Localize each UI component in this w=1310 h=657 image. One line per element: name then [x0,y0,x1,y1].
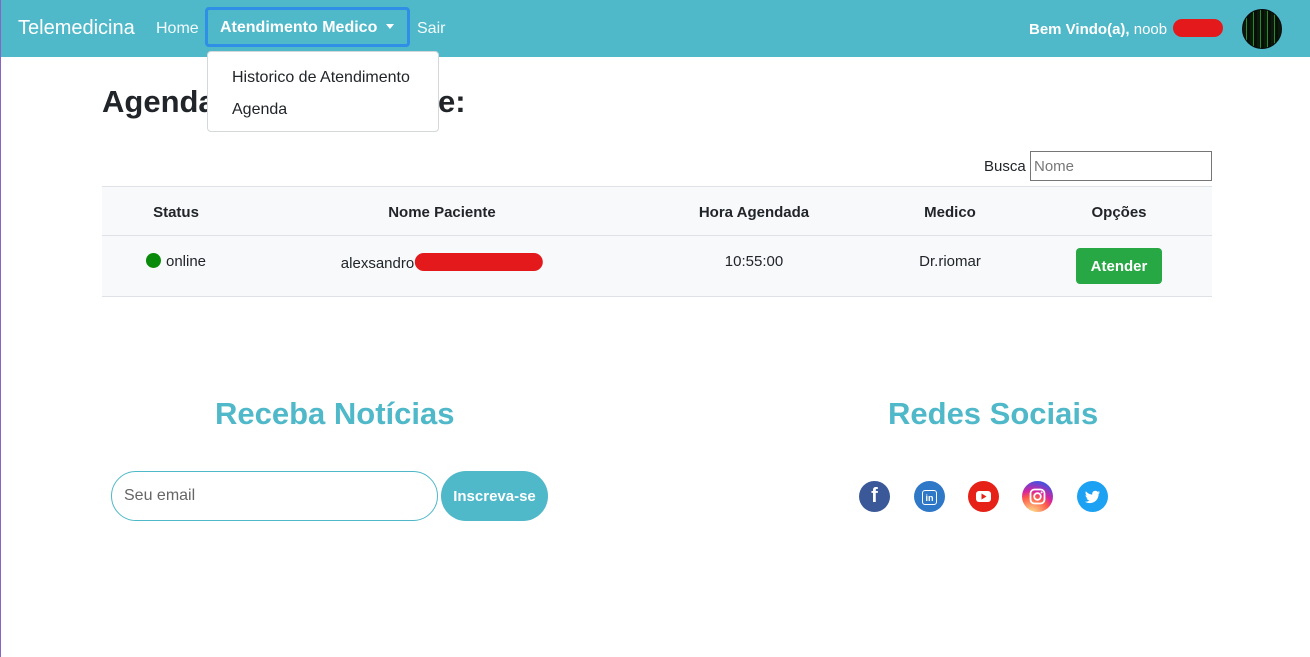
search-input[interactable] [1030,151,1212,181]
social-title: Redes Sociais [888,396,1099,431]
welcome-label: Bem Vindo(a), [1029,21,1130,38]
navbar: Telemedicina Home Atendimento Medico Sai… [1,0,1310,57]
online-status-icon [145,253,161,268]
header-patient: Nome Paciente [388,204,496,221]
newsletter-title: Receba Notícias [215,396,455,431]
brand-link[interactable]: Telemedicina [18,17,135,40]
header-doctor: Medico [924,204,976,221]
dropdown-item-agenda[interactable]: Agenda [232,101,287,119]
page-title: Agenda [102,84,216,119]
time-cell: 10:55:00 [724,253,784,270]
status-text: online [165,253,207,270]
appointments-table: Status Nome Paciente Hora Agendada Medic… [102,186,1212,297]
nav-home-link[interactable]: Home [156,20,199,38]
doctor-cell: Dr.riomar [919,253,981,270]
dropdown-item-historico[interactable]: Historico de Atendimento [232,69,410,87]
linkedin-icon[interactable]: in [914,481,945,512]
header-options: Opções [1091,204,1147,221]
header-time: Hora Agendada [698,204,810,221]
instagram-icon[interactable] [1022,481,1053,512]
email-field[interactable] [111,471,438,521]
subscribe-button[interactable]: Inscreva-se [441,471,548,521]
status-cell: online [145,253,207,270]
welcome-text: Bem Vindo(a), noob [1029,21,1167,38]
nav-logout-link[interactable]: Sair [417,20,445,38]
dropdown-menu: Historico de Atendimento Agenda [207,51,439,132]
search-label: Busca [984,158,1026,175]
twitter-icon[interactable] [1077,481,1108,512]
facebook-icon[interactable]: f [859,481,890,512]
patient-name: alexsandro [340,255,415,272]
nav-atendimento-label: Atendimento Medico [220,19,378,36]
nav-atendimento-dropdown[interactable]: Atendimento Medico [205,7,410,47]
redaction-mark [415,253,544,271]
username: noob [1133,21,1168,38]
patient-cell: alexsandro [340,253,544,272]
atender-button[interactable]: Atender [1076,248,1162,284]
page-title-tail: e: [438,84,466,119]
table-row: online alexsandro 10:55:00 Dr.riomar Ate… [102,236,1212,297]
youtube-icon[interactable] [968,481,999,512]
redaction-mark [1173,19,1223,37]
caret-down-icon [386,24,395,29]
table-header: Status Nome Paciente Hora Agendada Medic… [102,186,1212,236]
header-status: Status [153,204,199,221]
avatar[interactable] [1242,9,1282,49]
